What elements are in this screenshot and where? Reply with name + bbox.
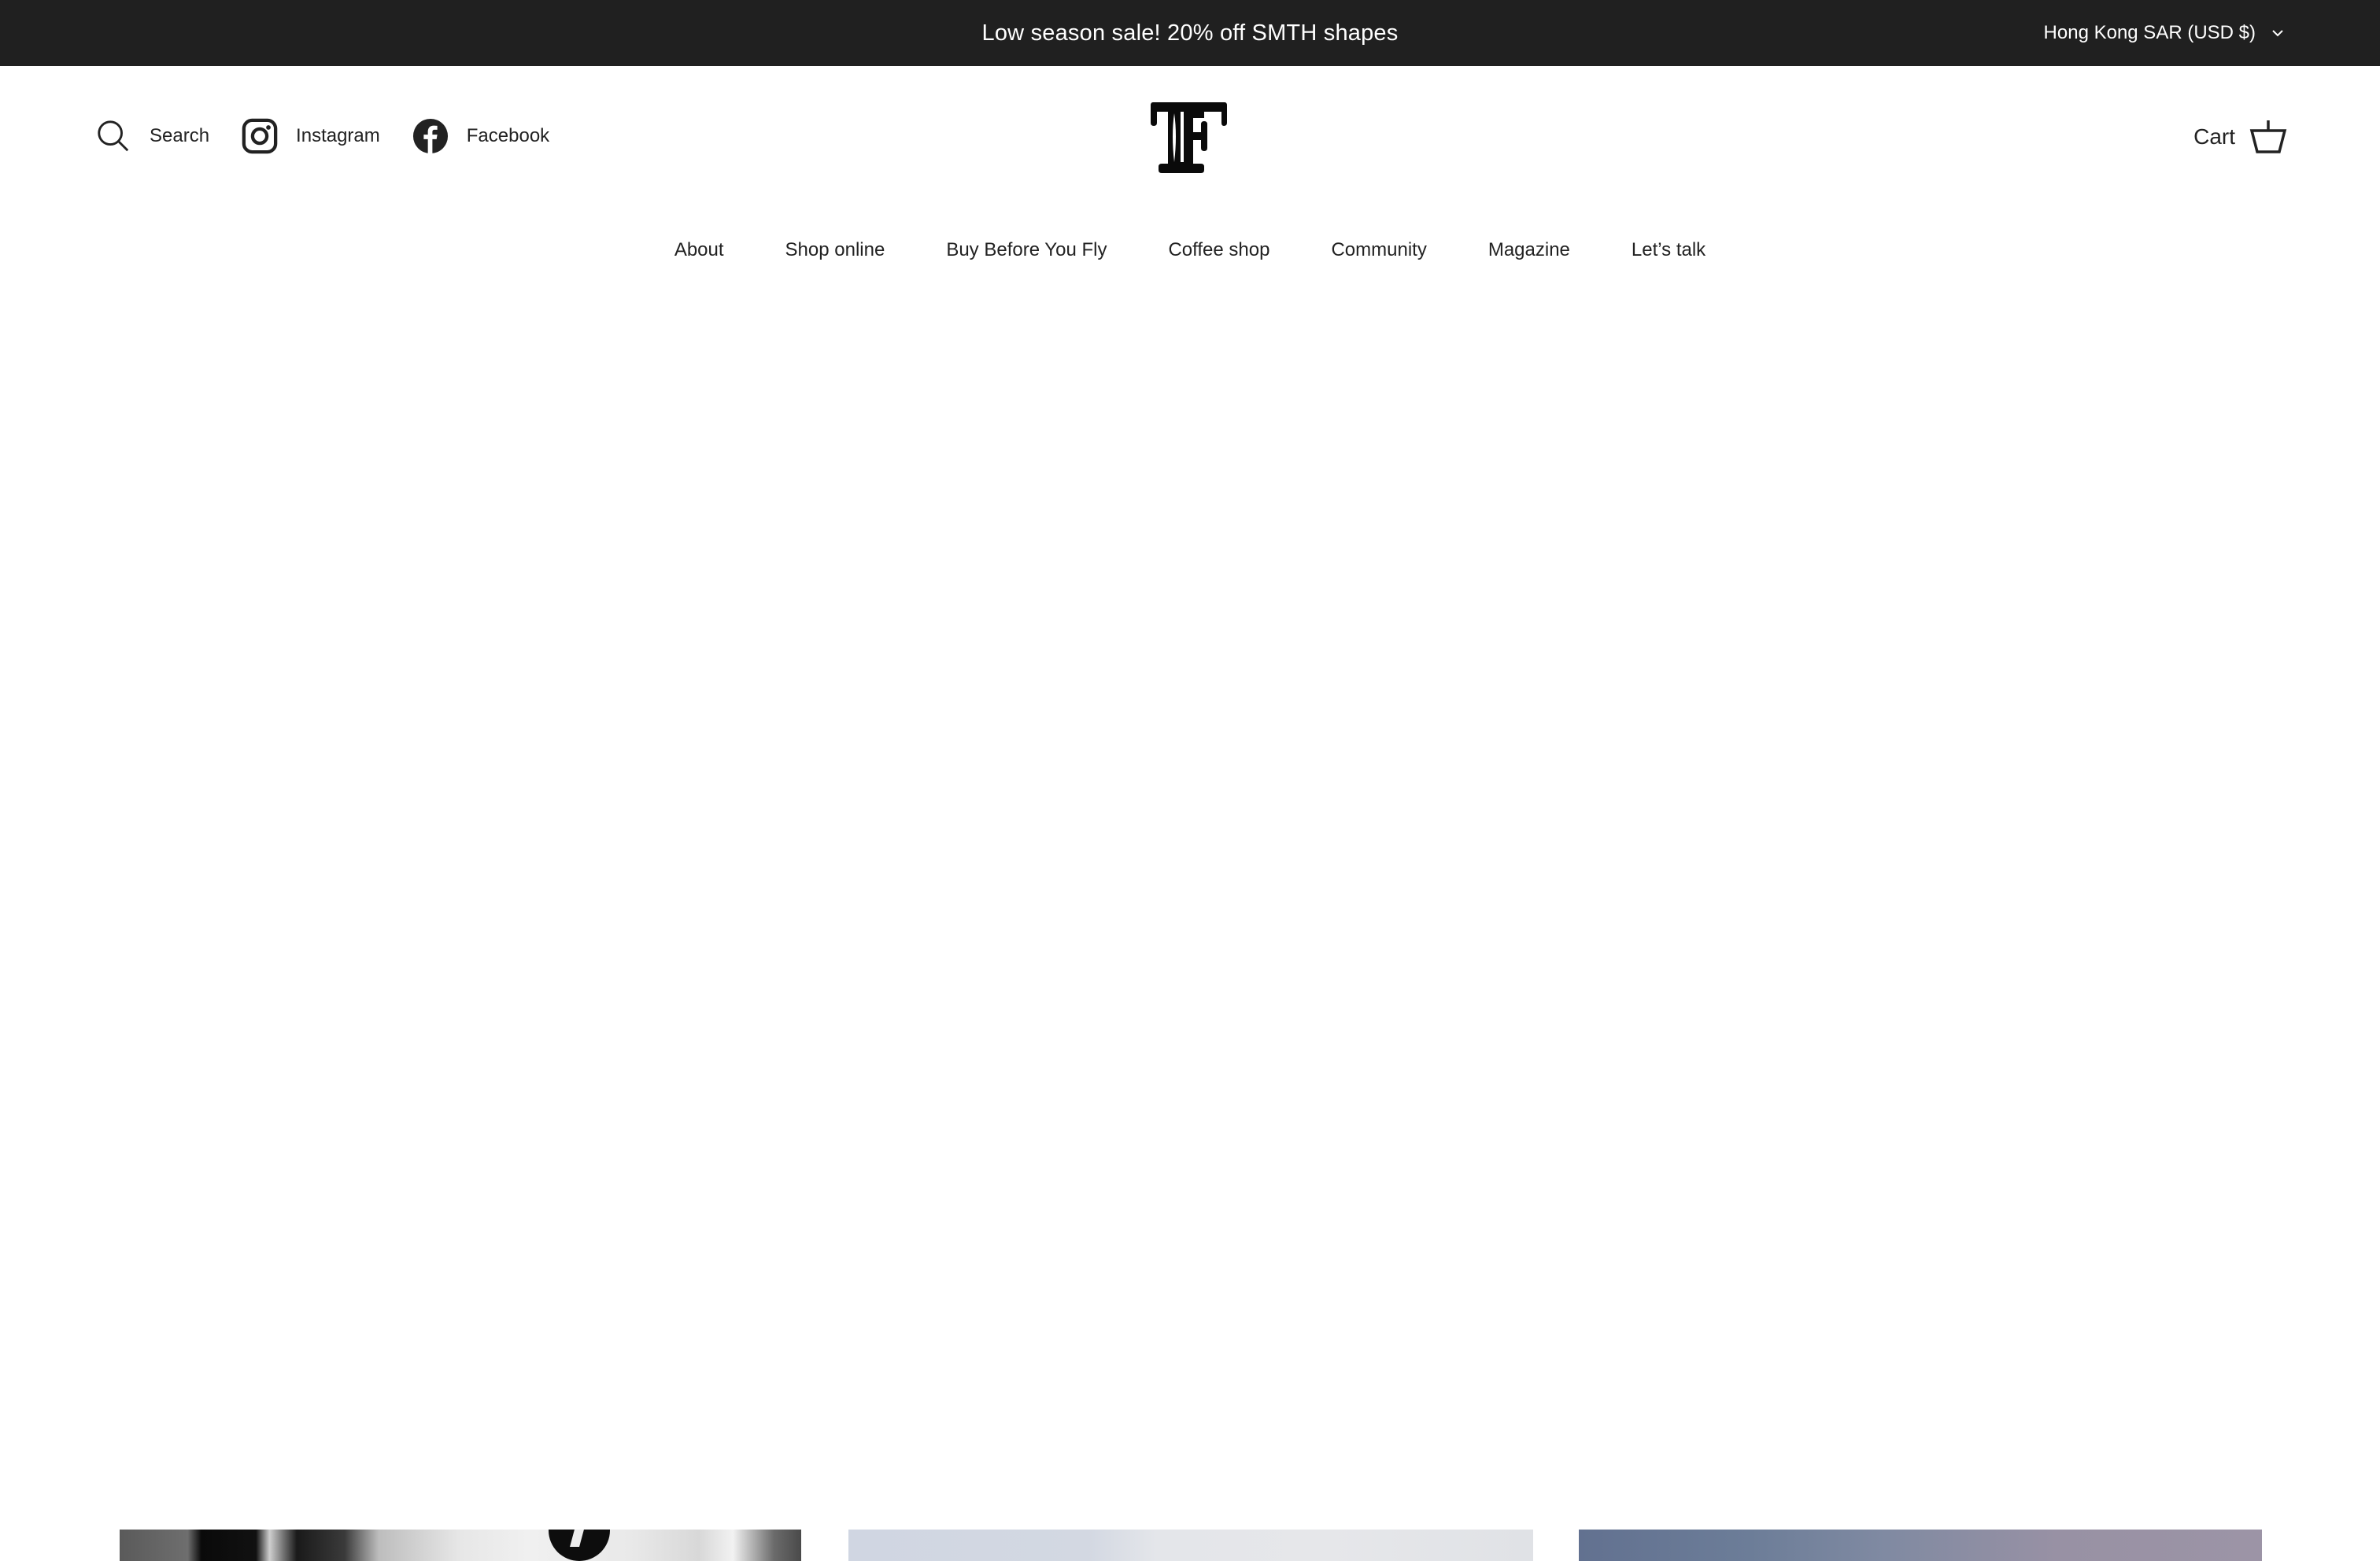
cart-link[interactable]: Cart <box>2193 115 2287 159</box>
featured-card-surfboard-photo[interactable] <box>120 1530 801 1561</box>
nav-item-magazine[interactable]: Magazine <box>1488 239 1570 261</box>
tf-logo-icon <box>1151 102 1227 173</box>
announcement-bar: Low season sale! 20% off SMTH shapes Hon… <box>0 0 2380 66</box>
region-label: Hong Kong SAR (USD $) <box>2043 22 2256 43</box>
instagram-icon <box>241 117 279 155</box>
instagram-label: Instagram <box>296 125 380 146</box>
announcement-text: Low season sale! 20% off SMTH shapes <box>981 20 1399 46</box>
featured-card-sky-photo[interactable] <box>848 1530 1533 1561</box>
nav-item-about[interactable]: About <box>674 239 724 261</box>
facebook-icon <box>412 117 449 155</box>
main-navigation: About Shop online Buy Before You Fly Cof… <box>0 233 2380 268</box>
basket-icon <box>2249 120 2287 153</box>
nav-item-community[interactable]: Community <box>1331 239 1426 261</box>
search-icon <box>94 117 132 155</box>
instagram-link[interactable]: Instagram <box>241 117 380 155</box>
facebook-link[interactable]: Facebook <box>412 117 549 155</box>
nav-item-coffee-shop[interactable]: Coffee shop <box>1168 239 1269 261</box>
search-label: Search <box>150 125 210 146</box>
chevron-down-icon <box>2272 30 2283 37</box>
nav-item-buy-before-you-fly[interactable]: Buy Before You Fly <box>946 239 1107 261</box>
header-utility-links: Search Instagram Facebook <box>94 110 581 162</box>
featured-card-dusk-photo[interactable] <box>1579 1530 2262 1561</box>
cart-label: Cart <box>2193 124 2235 149</box>
region-currency-selector[interactable]: Hong Kong SAR (USD $) <box>2044 0 2286 66</box>
nav-item-lets-talk[interactable]: Let’s talk <box>1632 239 1706 261</box>
search-link[interactable]: Search <box>94 117 209 155</box>
nav-item-shop-online[interactable]: Shop online <box>785 239 885 261</box>
facebook-label: Facebook <box>466 125 550 146</box>
site-logo[interactable] <box>1149 101 1231 175</box>
